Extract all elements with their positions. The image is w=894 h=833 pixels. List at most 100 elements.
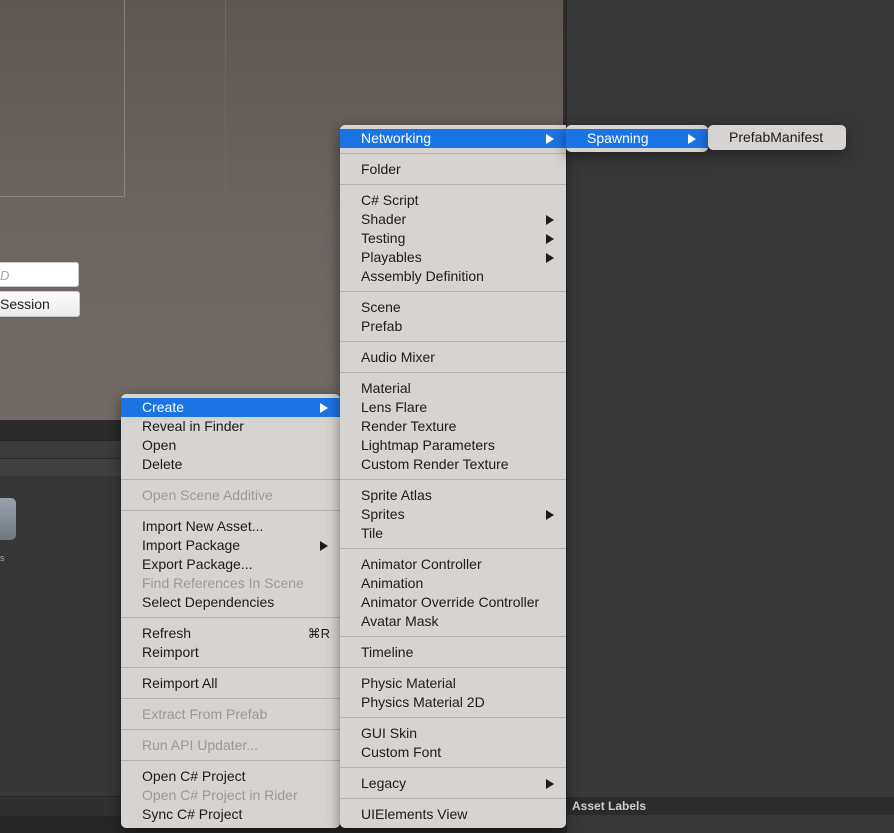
create-menu-item-prefab[interactable]: Prefab [340, 317, 566, 336]
create-menu-item-playables[interactable]: Playables [340, 248, 566, 267]
menu-separator [340, 667, 566, 668]
create-menu-item-animation[interactable]: Animation [340, 574, 566, 593]
create-menu-item-material[interactable]: Material [340, 379, 566, 398]
create-menu-item-audio-mixer[interactable]: Audio Mixer [340, 348, 566, 367]
menu-item-label: Folder [361, 161, 401, 177]
menu-shortcut: ⌘R [307, 626, 330, 641]
context-menu-item-reimport-all[interactable]: Reimport All [121, 674, 340, 693]
create-menu-item-uielements-view[interactable]: UIElements View [340, 805, 566, 824]
menu-separator [340, 291, 566, 292]
create-menu-item-avatar-mask[interactable]: Avatar Mask [340, 612, 566, 631]
menu-item-label: Create [142, 399, 185, 415]
context-menu-item-import-new-asset[interactable]: Import New Asset... [121, 517, 340, 536]
submenu-arrow-icon [320, 403, 328, 413]
menu-item-label: Lens Flare [361, 399, 428, 415]
menu-item-label: Scene [361, 299, 401, 315]
asset-labels-header: Asset Labels [565, 797, 894, 815]
create-menu-item-timeline[interactable]: Timeline [340, 643, 566, 662]
create-menu-item-assembly-definition[interactable]: Assembly Definition [340, 267, 566, 286]
create-menu-item-custom-font[interactable]: Custom Font [340, 743, 566, 762]
menu-item-label: Networking [361, 130, 432, 146]
menu-item-label: Tile [361, 525, 384, 541]
context-menu-item-select-dependencies[interactable]: Select Dependencies [121, 593, 340, 612]
create-menu-item-sprites[interactable]: Sprites [340, 505, 566, 524]
menu-item-label: Open [142, 437, 177, 453]
menu-item-label: Reimport [142, 644, 199, 660]
menu-item-label: Physics Material 2D [361, 694, 485, 710]
menu-separator [121, 729, 340, 730]
menu-item-label: Avatar Mask [361, 613, 439, 629]
menu-item-label: Legacy [361, 775, 407, 791]
menu-separator [340, 153, 566, 154]
context-menu-item-create[interactable]: Create [121, 398, 340, 417]
create-menu-item-testing[interactable]: Testing [340, 229, 566, 248]
create-menu-item-scene[interactable]: Scene [340, 298, 566, 317]
menu-item-label: GUI Skin [361, 725, 418, 741]
menu-item-label: Find References In Scene [142, 575, 304, 591]
context-menu-item-open-c-project-in-rider: Open C# Project in Rider [121, 786, 340, 805]
menu-item-label: Timeline [361, 644, 414, 660]
context-menu-item-import-package[interactable]: Import Package [121, 536, 340, 555]
menu-item-label: UIElements View [361, 806, 468, 822]
spawning-menu-item-prefabmanifest[interactable]: PrefabManifest [708, 126, 846, 149]
create-menu-item-sprite-atlas[interactable]: Sprite Atlas [340, 486, 566, 505]
context-menu-item-sync-c-project[interactable]: Sync C# Project [121, 805, 340, 824]
context-menu-item-delete[interactable]: Delete [121, 455, 340, 474]
menu-item-label: Animator Controller [361, 556, 482, 572]
menu-separator [340, 372, 566, 373]
context-menu: Create Reveal in Finder Open Delete Open Sce… [121, 394, 340, 828]
create-menu-item-folder[interactable]: Folder [340, 160, 566, 179]
context-menu-item-run-api-updater: Run API Updater... [121, 736, 340, 755]
create-menu-item-animator-controller[interactable]: Animator Controller [340, 555, 566, 574]
context-menu-item-export-package[interactable]: Export Package... [121, 555, 340, 574]
menu-item-label: Audio Mixer [361, 349, 435, 365]
menu-separator [121, 510, 340, 511]
context-menu-item-extract-from-prefab: Extract From Prefab [121, 705, 340, 724]
menu-separator [340, 184, 566, 185]
create-menu-item-tile[interactable]: Tile [340, 524, 566, 543]
context-menu-item-reimport[interactable]: Reimport [121, 643, 340, 662]
create-menu-item-networking[interactable]: Networking [340, 129, 566, 148]
asset-thumbnail[interactable] [0, 498, 16, 540]
context-menu-item-open-scene-additive: Open Scene Additive [121, 486, 340, 505]
submenu-arrow-icon [546, 253, 554, 263]
create-menu-item-physic-material[interactable]: Physic Material [340, 674, 566, 693]
networking-menu-item-spawning[interactable]: Spawning [566, 129, 708, 148]
create-menu-item-shader[interactable]: Shader [340, 210, 566, 229]
context-menu-item-open-c-project[interactable]: Open C# Project [121, 767, 340, 786]
create-menu-item-legacy[interactable]: Legacy [340, 774, 566, 793]
menu-separator [340, 717, 566, 718]
menu-item-label: Run API Updater... [142, 737, 258, 753]
menu-item-label: Animator Override Controller [361, 594, 540, 610]
create-menu-item-custom-render-texture[interactable]: Custom Render Texture [340, 455, 566, 474]
menu-separator [340, 636, 566, 637]
context-menu-item-open[interactable]: Open [121, 436, 340, 455]
context-menu-item-find-references-in-scene: Find References In Scene [121, 574, 340, 593]
menu-item-label: Open C# Project in Rider [142, 787, 298, 803]
create-menu-item-lightmap-parameters[interactable]: Lightmap Parameters [340, 436, 566, 455]
create-menu-item-render-texture[interactable]: Render Texture [340, 417, 566, 436]
create-menu-item-lens-flare[interactable]: Lens Flare [340, 398, 566, 417]
context-menu-item-refresh[interactable]: Refresh ⌘R [121, 624, 340, 643]
menu-item-label: Shader [361, 211, 407, 227]
menu-item-label: Export Package... [142, 556, 253, 572]
scene-grid-line [225, 0, 226, 420]
menu-item-label: Custom Font [361, 744, 442, 760]
context-menu-item-reveal-in-finder[interactable]: Reveal in Finder [121, 417, 340, 436]
submenu-arrow-icon [546, 779, 554, 789]
create-menu-item-gui-skin[interactable]: GUI Skin [340, 724, 566, 743]
menu-item-label: Sync C# Project [142, 806, 243, 822]
menu-separator [340, 341, 566, 342]
session-button[interactable]: Session [0, 291, 80, 317]
menu-item-label: Open C# Project [142, 768, 246, 784]
create-menu-item-animator-override-controller[interactable]: Animator Override Controller [340, 593, 566, 612]
menu-separator [121, 698, 340, 699]
submenu-arrow-icon [320, 541, 328, 551]
create-menu-item-c-script[interactable]: C# Script [340, 191, 566, 210]
submenu-arrow-icon [546, 234, 554, 244]
session-id-input[interactable]: D [0, 262, 79, 287]
networking-submenu: Spawning [566, 125, 708, 152]
menu-separator [340, 798, 566, 799]
create-menu-item-physics-material-2d[interactable]: Physics Material 2D [340, 693, 566, 712]
menu-item-label: Extract From Prefab [142, 706, 268, 722]
